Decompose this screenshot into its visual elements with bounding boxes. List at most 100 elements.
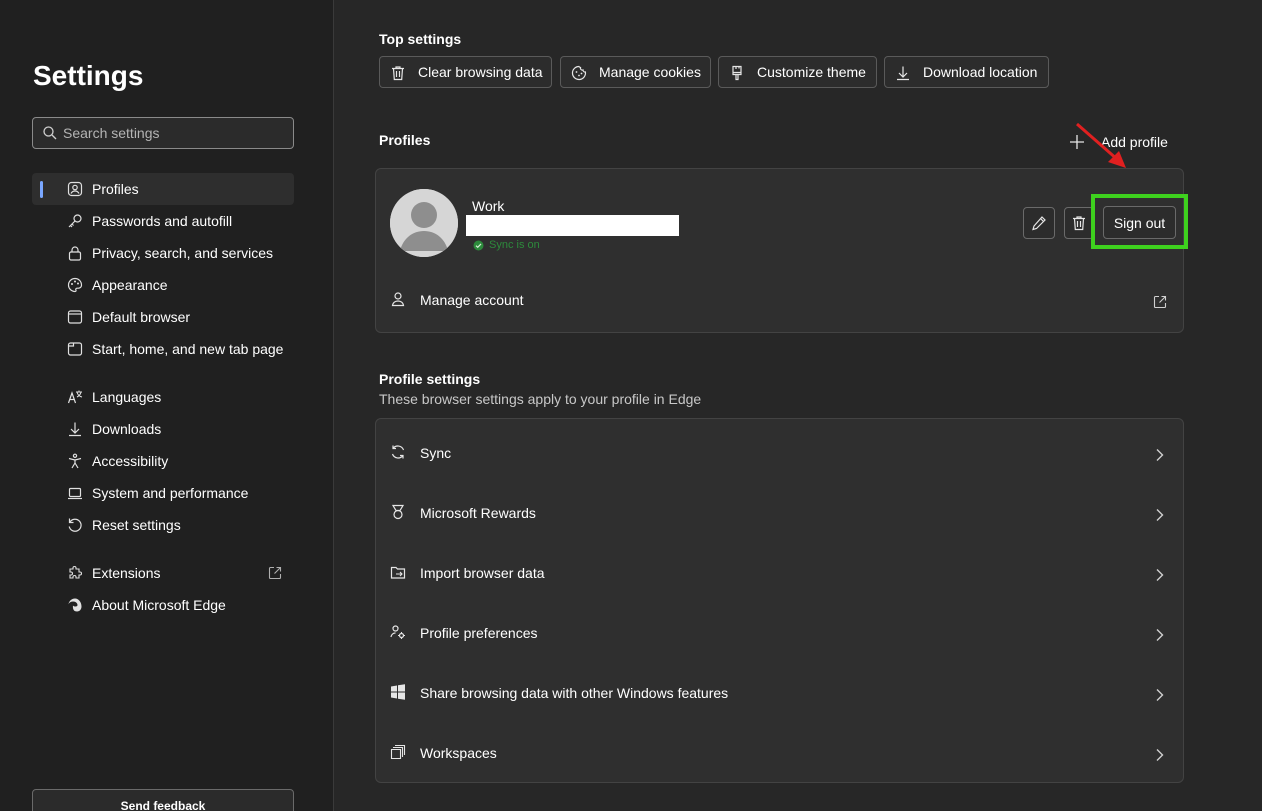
chip-label: Clear browsing data (418, 64, 543, 80)
row-label: Profile preferences (420, 625, 538, 641)
puzzle-icon (67, 565, 83, 581)
main-content: Top settings Clear browsing data Manage … (335, 0, 1262, 811)
download-location-button[interactable]: Download location (884, 56, 1049, 88)
sidebar-item-label: Extensions (92, 565, 161, 581)
key-icon (67, 213, 83, 229)
chevron-right-icon (1155, 688, 1165, 702)
chevron-right-icon (1155, 628, 1165, 642)
search-icon (43, 126, 57, 140)
sidebar-item-passwords[interactable]: Passwords and autofill (32, 205, 294, 237)
accessibility-icon (67, 453, 83, 469)
trash-icon (390, 65, 406, 81)
profiles-title: Profiles (379, 132, 431, 148)
sync-icon (390, 444, 406, 460)
delete-profile-button[interactable] (1064, 207, 1094, 239)
laptop-icon (67, 485, 83, 501)
clear-browsing-data-button[interactable]: Clear browsing data (379, 56, 552, 88)
palette-icon (67, 277, 83, 293)
search-input[interactable] (63, 125, 283, 141)
row-import-browser-data[interactable]: Import browser data (376, 542, 1183, 602)
sidebar-item-languages[interactable]: Languages (32, 381, 294, 413)
profile-settings-list: Sync Microsoft Rewards Import browser da… (375, 418, 1184, 783)
manage-account-label: Manage account (420, 292, 524, 308)
brush-icon (729, 65, 745, 81)
manage-account-row[interactable]: Manage account (376, 281, 1183, 321)
sidebar-item-default-browser[interactable]: Default browser (32, 301, 294, 333)
sidebar-item-profiles[interactable]: Profiles (32, 173, 294, 205)
sidebar-item-label: Start, home, and new tab page (92, 341, 284, 357)
sidebar-item-label: Languages (92, 389, 162, 405)
send-feedback-button[interactable]: Send feedback (32, 789, 294, 811)
sidebar-item-privacy[interactable]: Privacy, search, and services (32, 237, 294, 269)
row-share-browsing-data[interactable]: Share browsing data with other Windows f… (376, 662, 1183, 722)
sidebar-item-label: Downloads (92, 421, 162, 437)
sidebar: Settings Profiles Passwords and autofill… (0, 0, 334, 811)
chip-label: Download location (923, 64, 1038, 80)
row-label: Import browser data (420, 565, 545, 581)
sidebar-item-label: About Microsoft Edge (92, 597, 226, 613)
check-circle-icon (473, 240, 484, 251)
sidebar-item-system[interactable]: System and performance (32, 477, 294, 509)
profile-preferences-icon (390, 624, 406, 640)
sidebar-nav: Profiles Passwords and autofill Privacy,… (32, 173, 294, 621)
sidebar-item-label: Appearance (92, 277, 168, 293)
profiles-icon (67, 181, 83, 197)
top-settings-title: Top settings (379, 31, 462, 47)
row-label: Microsoft Rewards (420, 505, 536, 521)
download-icon (67, 421, 83, 437)
avatar (390, 189, 458, 257)
language-icon (67, 389, 83, 405)
chevron-right-icon (1155, 568, 1165, 582)
row-label: Sync (420, 445, 452, 461)
highlight-box (1091, 194, 1188, 249)
customize-theme-button[interactable]: Customize theme (718, 56, 877, 88)
redacted-email (466, 215, 679, 236)
profile-settings-title: Profile settings (379, 371, 481, 387)
trash-icon (1071, 215, 1087, 231)
cookie-icon (571, 65, 587, 81)
sidebar-item-label: Accessibility (92, 453, 169, 469)
row-workspaces[interactable]: Workspaces (376, 722, 1183, 782)
edge-logo-icon (67, 597, 83, 613)
row-label: Workspaces (420, 745, 497, 761)
sidebar-item-extensions[interactable]: Extensions (32, 557, 294, 589)
external-link-icon (268, 566, 282, 580)
nav-divider (32, 541, 294, 557)
download-icon (895, 65, 911, 81)
manage-cookies-button[interactable]: Manage cookies (560, 56, 711, 88)
sidebar-item-label: Passwords and autofill (92, 213, 233, 229)
sidebar-item-accessibility[interactable]: Accessibility (32, 445, 294, 477)
import-folder-icon (390, 564, 406, 580)
sidebar-item-reset[interactable]: Reset settings (32, 509, 294, 541)
pencil-icon (1031, 215, 1047, 231)
row-sync[interactable]: Sync (376, 422, 1183, 482)
annotation-arrow (1076, 122, 1126, 168)
windows-logo-icon (390, 684, 406, 700)
rewards-medal-icon (390, 504, 406, 520)
search-box[interactable] (32, 117, 294, 149)
chip-label: Customize theme (757, 64, 866, 80)
sidebar-item-label: Privacy, search, and services (92, 245, 274, 261)
row-microsoft-rewards[interactable]: Microsoft Rewards (376, 482, 1183, 542)
chevron-right-icon (1155, 748, 1165, 762)
sidebar-item-start-home[interactable]: Start, home, and new tab page (32, 333, 294, 365)
nav-divider (32, 365, 294, 381)
reset-icon (67, 517, 83, 533)
sidebar-item-downloads[interactable]: Downloads (32, 413, 294, 445)
chevron-right-icon (1155, 448, 1165, 462)
chevron-right-icon (1155, 508, 1165, 522)
external-link-icon (1153, 295, 1167, 309)
person-icon (390, 291, 406, 307)
sync-status: Sync is on (473, 239, 540, 251)
profile-settings-subtitle: These browser settings apply to your pro… (379, 391, 702, 407)
sidebar-item-label: Reset settings (92, 517, 181, 533)
profile-name: Work (472, 198, 505, 214)
page-title: Settings (33, 60, 144, 91)
edit-profile-button[interactable] (1023, 207, 1055, 239)
workspaces-icon (390, 744, 406, 760)
lock-icon (67, 245, 83, 261)
sidebar-item-appearance[interactable]: Appearance (32, 269, 294, 301)
row-profile-preferences[interactable]: Profile preferences (376, 602, 1183, 662)
sidebar-item-about[interactable]: About Microsoft Edge (32, 589, 294, 621)
sync-status-text: Sync is on (489, 239, 540, 251)
